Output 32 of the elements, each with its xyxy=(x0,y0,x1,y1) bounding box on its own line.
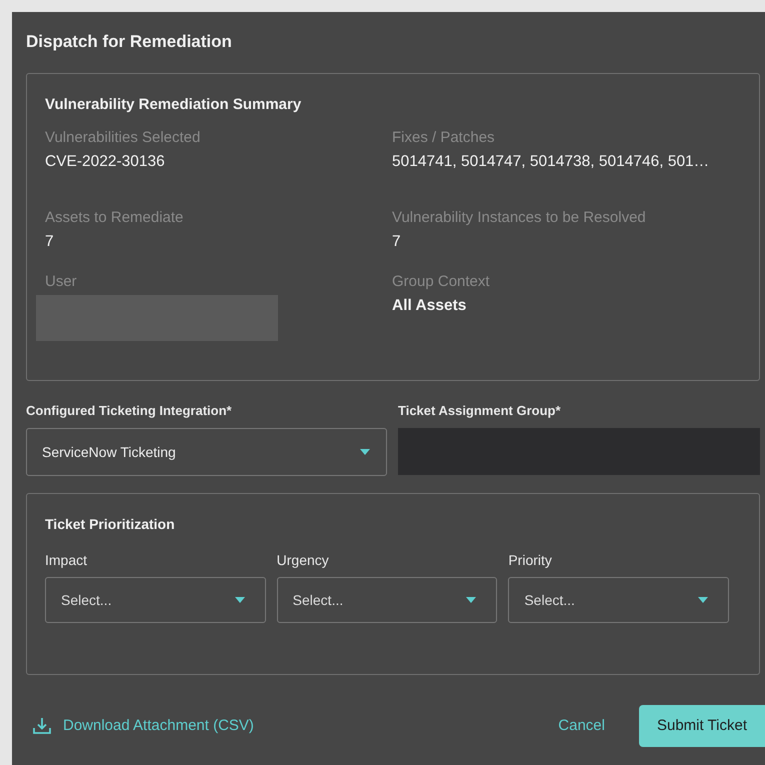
field-label: Ticket Assignment Group* xyxy=(398,402,562,420)
field-value: 7 xyxy=(45,232,55,252)
field-value: CVE-2022-30136 xyxy=(45,152,166,172)
submit-button[interactable]: Submit Ticket xyxy=(638,705,765,747)
field-label: Fixes / Patches xyxy=(392,128,496,148)
field-label: User xyxy=(45,272,78,292)
caret-icon xyxy=(466,597,476,603)
field-label: Urgency xyxy=(276,551,330,570)
summary-title: Vulnerability Remediation Summary xyxy=(45,95,302,115)
caret-icon xyxy=(698,597,708,603)
field-value: 7 xyxy=(392,232,402,252)
cancel-button[interactable]: Cancel xyxy=(558,714,605,738)
field-label: Vulnerability Instances to be Resolved xyxy=(392,208,647,228)
select-dropdown[interactable]: Select... xyxy=(276,577,498,623)
field-value: 5014741, 5014747, 5014738, 5014746, 501… xyxy=(392,152,710,172)
integration-dropdown[interactable]: ServiceNow Ticketing xyxy=(26,428,387,476)
field-value: All Assets xyxy=(392,296,468,316)
field-label: Priority xyxy=(508,551,553,570)
caret-icon xyxy=(234,597,245,603)
field-label: Impact xyxy=(45,551,88,570)
download-icon xyxy=(33,717,51,735)
download-link[interactable]: Download Attachment (CSV) xyxy=(33,714,254,738)
dialog-title: Dispatch for Remediation xyxy=(26,31,233,53)
select-dropdown[interactable]: Select... xyxy=(508,577,729,623)
field-label: Assets to Remediate xyxy=(45,208,184,228)
field-label: Vulnerabilities Selected xyxy=(45,128,202,148)
field-label: Configured Ticketing Integration* xyxy=(26,402,233,420)
assignment-group-field[interactable] xyxy=(398,428,760,475)
select-dropdown[interactable]: Select... xyxy=(45,577,266,623)
prioritization-title: Ticket Prioritization xyxy=(45,515,176,534)
field-label: Group Context xyxy=(392,272,491,292)
caret-icon xyxy=(360,449,370,455)
